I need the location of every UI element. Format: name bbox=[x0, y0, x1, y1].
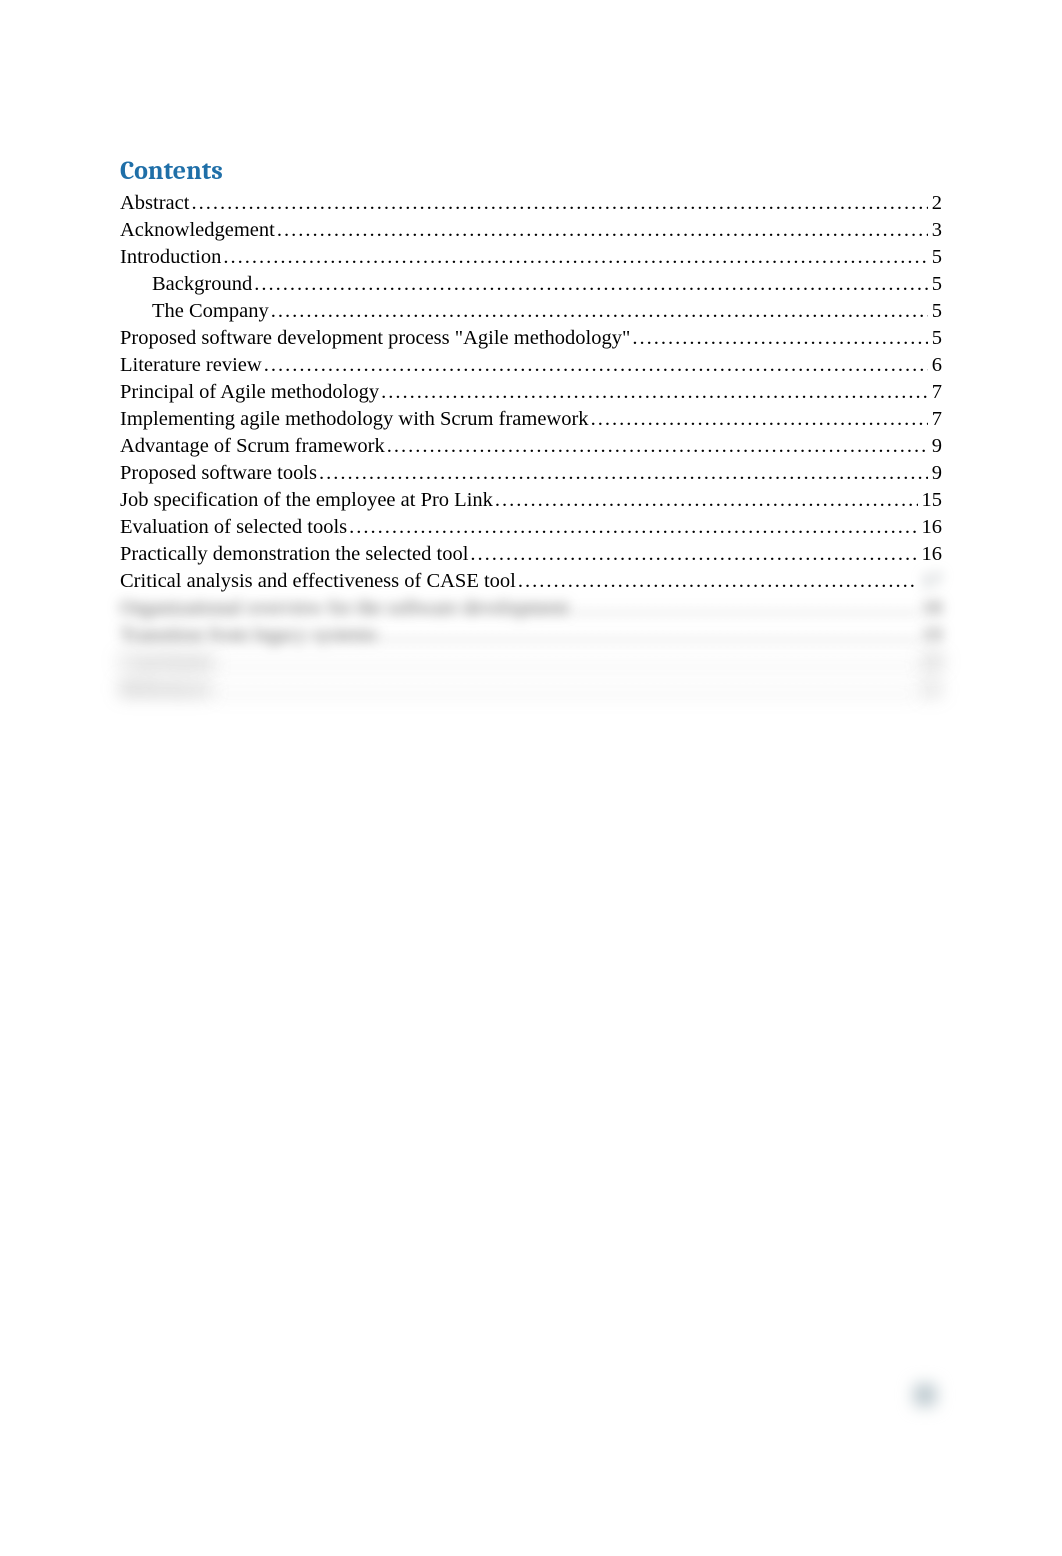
toc-entry-title: Organizational overview for the software… bbox=[120, 598, 569, 619]
toc-entry: Background..............................… bbox=[120, 274, 942, 295]
toc-entry: Advantage of Scrum framework............… bbox=[120, 436, 942, 457]
toc-entry-page: 5 bbox=[928, 328, 942, 349]
toc-entry: Evaluation of selected tools............… bbox=[120, 517, 942, 538]
toc-entry: Proposed software tools.................… bbox=[120, 463, 942, 484]
toc-entry-title: Implementing agile methodology with Scru… bbox=[120, 409, 589, 430]
toc-leader-dots: ........................................… bbox=[211, 679, 917, 700]
toc-leader-dots: ........................................… bbox=[589, 409, 928, 430]
toc-entry-title: Background bbox=[152, 274, 252, 295]
toc-entry: Literature review.......................… bbox=[120, 355, 942, 376]
toc-entry: Principal of Agile methodology..........… bbox=[120, 382, 942, 403]
table-of-contents: Abstract................................… bbox=[120, 193, 942, 700]
toc-entry: References..............................… bbox=[120, 679, 942, 700]
toc-entry: Practically demonstration the selected t… bbox=[120, 544, 942, 565]
toc-entry-title: Critical analysis and effectiveness of C… bbox=[120, 571, 516, 592]
toc-entry-page: 5 bbox=[928, 301, 942, 322]
toc-entry: Proposed software development process "A… bbox=[120, 328, 942, 349]
toc-leader-dots: ........................................… bbox=[189, 193, 927, 214]
toc-entry-title: Job specification of the employee at Pro… bbox=[120, 490, 493, 511]
toc-entry-title: References bbox=[120, 679, 211, 700]
toc-leader-dots: ........................................… bbox=[468, 544, 917, 565]
contents-heading: Contents bbox=[120, 156, 942, 186]
toc-entry: Acknowledgement.........................… bbox=[120, 220, 942, 241]
toc-entry: Implementing agile methodology with Scru… bbox=[120, 409, 942, 430]
toc-entry-page: 21 bbox=[918, 679, 943, 700]
toc-entry-title: Literature review bbox=[120, 355, 262, 376]
toc-entry-page: 9 bbox=[928, 463, 942, 484]
toc-entry-page: 16 bbox=[918, 517, 943, 538]
toc-entry-page: 17 bbox=[918, 571, 943, 592]
toc-entry: Job specification of the employee at Pro… bbox=[120, 490, 942, 511]
toc-leader-dots: ........................................… bbox=[377, 625, 917, 646]
toc-entry-title: Conclusion bbox=[120, 652, 213, 673]
toc-entry-title: Evaluation of selected tools bbox=[120, 517, 347, 538]
toc-entry-title: Transition from legacy systems bbox=[120, 625, 377, 646]
toc-leader-dots: ........................................… bbox=[516, 571, 918, 592]
toc-entry-page: 16 bbox=[918, 544, 943, 565]
toc-entry-page: 3 bbox=[928, 220, 942, 241]
toc-leader-dots: ........................................… bbox=[630, 328, 927, 349]
toc-entry: Transition from legacy systems..........… bbox=[120, 625, 942, 646]
toc-entry-page: 5 bbox=[928, 274, 942, 295]
toc-leader-dots: ........................................… bbox=[379, 382, 928, 403]
toc-entry: Organizational overview for the software… bbox=[120, 598, 942, 619]
toc-leader-dots: ........................................… bbox=[385, 436, 928, 457]
toc-leader-dots: ........................................… bbox=[347, 517, 917, 538]
toc-entry-page: 6 bbox=[928, 355, 942, 376]
toc-leader-dots: ........................................… bbox=[317, 463, 928, 484]
toc-entry-page: 19 bbox=[918, 625, 943, 646]
toc-entry-title: Practically demonstration the selected t… bbox=[120, 544, 468, 565]
page-number bbox=[914, 1384, 936, 1406]
toc-leader-dots: ........................................… bbox=[262, 355, 928, 376]
toc-entry-page: 7 bbox=[928, 409, 942, 430]
toc-entry-title: Proposed software tools bbox=[120, 463, 317, 484]
toc-leader-dots: ........................................… bbox=[252, 274, 928, 295]
toc-entry: Conclusion..............................… bbox=[120, 652, 942, 673]
toc-entry-page: 15 bbox=[918, 490, 943, 511]
toc-entry-page: 2 bbox=[928, 193, 942, 214]
toc-entry-title: The Company bbox=[152, 301, 269, 322]
toc-entry-title: Advantage of Scrum framework bbox=[120, 436, 385, 457]
toc-entry-title: Principal of Agile methodology bbox=[120, 382, 379, 403]
toc-entry-title: Abstract bbox=[120, 193, 189, 214]
document-page: Contents Abstract.......................… bbox=[0, 0, 1062, 699]
toc-entry-page: 20 bbox=[918, 652, 943, 673]
toc-entry-title: Proposed software development process "A… bbox=[120, 328, 630, 349]
toc-leader-dots: ........................................… bbox=[213, 652, 917, 673]
toc-leader-dots: ........................................… bbox=[221, 247, 927, 268]
toc-leader-dots: ........................................… bbox=[269, 301, 928, 322]
toc-leader-dots: ........................................… bbox=[569, 598, 918, 619]
toc-entry-title: Acknowledgement bbox=[120, 220, 275, 241]
toc-entry-page: 9 bbox=[928, 436, 942, 457]
toc-entry-page: 18 bbox=[918, 598, 943, 619]
toc-entry: Abstract................................… bbox=[120, 193, 942, 214]
toc-entry: Introduction............................… bbox=[120, 247, 942, 268]
toc-entry-page: 7 bbox=[928, 382, 942, 403]
toc-entry-title: Introduction bbox=[120, 247, 221, 268]
toc-leader-dots: ........................................… bbox=[493, 490, 918, 511]
toc-entry: Critical analysis and effectiveness of C… bbox=[120, 571, 942, 592]
toc-entry-page: 5 bbox=[928, 247, 942, 268]
toc-entry: The Company.............................… bbox=[120, 301, 942, 322]
toc-leader-dots: ........................................… bbox=[275, 220, 928, 241]
